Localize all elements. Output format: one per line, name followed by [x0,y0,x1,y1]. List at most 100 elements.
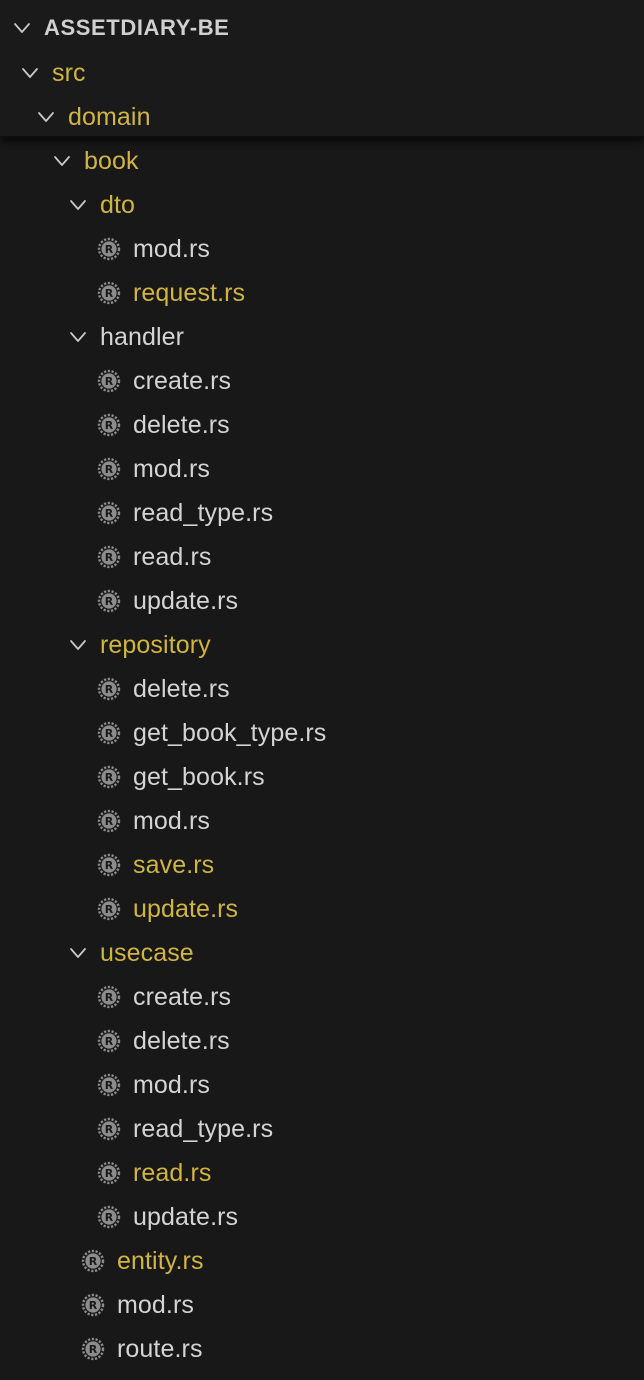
file-mod-rs[interactable]: Rmod.rs [0,1063,644,1107]
folder-dto[interactable]: dto [0,183,644,227]
chevron-down-icon[interactable] [36,107,56,127]
rust-file-icon: R [97,237,121,261]
folder-repository[interactable]: repository [0,623,644,667]
svg-text:R: R [105,287,114,300]
file-update-rs[interactable]: Rupdate.rs [0,887,644,931]
file-label: request.rs [133,278,246,307]
root-folder-label: ASSETDIARY-BE [44,15,230,40]
explorer-root-folder[interactable]: ASSETDIARY-BE [0,0,644,56]
rust-file-icon: R [97,765,121,789]
rust-file-icon: R [97,1161,121,1185]
file-label: create.rs [133,982,232,1011]
file-label: update.rs [133,586,239,615]
file-delete-rs[interactable]: Rdelete.rs [0,403,644,447]
rust-file-icon: R [97,809,121,833]
file-read-rs[interactable]: Rread.rs [0,1151,644,1195]
chevron-down-icon[interactable] [68,635,88,655]
file-create-rs[interactable]: Rcreate.rs [0,975,644,1019]
rust-file-icon: R [81,1337,105,1361]
file-mod-rs[interactable]: Rmod.rs [0,799,644,843]
svg-text:R: R [105,1079,114,1092]
folder-src[interactable]: src [0,51,644,95]
rust-file-icon: R [81,1249,105,1273]
file-label: delete.rs [133,410,230,439]
file-update-rs[interactable]: Rupdate.rs [0,579,644,623]
chevron-down-icon[interactable] [20,63,40,83]
svg-text:R: R [105,1035,114,1048]
file-explorer: ASSETDIARY-BE src domain book dto Rmod.rs Rre… [0,0,644,1380]
file-label: mod.rs [117,1290,195,1319]
folder-domain[interactable]: domain [0,95,644,139]
rust-file-icon: R [97,897,121,921]
file-delete-rs[interactable]: Rdelete.rs [0,1019,644,1063]
svg-text:R: R [89,1299,98,1312]
svg-text:R: R [89,1343,98,1356]
svg-text:R: R [105,727,114,740]
chevron-down-icon[interactable] [68,195,88,215]
file-entity-rs[interactable]: Rentity.rs [0,1239,644,1283]
svg-text:R: R [105,903,114,916]
svg-text:R: R [105,243,114,256]
svg-text:R: R [105,551,114,564]
rust-file-icon: R [97,589,121,613]
file-label: mod.rs [133,1070,211,1099]
svg-text:R: R [105,419,114,432]
svg-text:R: R [105,507,114,520]
rust-file-icon: R [97,281,121,305]
file-delete-rs[interactable]: Rdelete.rs [0,667,644,711]
chevron-down-icon[interactable] [68,943,88,963]
chevron-down-icon[interactable] [52,151,72,171]
file-route-rs[interactable]: Rroute.rs [0,1327,644,1371]
file-update-rs[interactable]: Rupdate.rs [0,1195,644,1239]
file-label: mod.rs [133,806,211,835]
rust-file-icon: R [97,413,121,437]
file-get-book-type-rs[interactable]: Rget_book_type.rs [0,711,644,755]
folder-label: src [52,58,86,87]
file-label: delete.rs [133,1026,230,1055]
rust-file-icon: R [97,457,121,481]
file-label: entity.rs [117,1246,204,1275]
file-label: update.rs [133,1202,239,1231]
folder-usecase[interactable]: usecase [0,931,644,975]
file-read-rs[interactable]: Rread.rs [0,535,644,579]
rust-file-icon: R [97,545,121,569]
file-label: save.rs [133,850,215,879]
rust-file-icon: R [97,853,121,877]
file-label: read_type.rs [133,1114,274,1143]
file-label: read.rs [133,1158,212,1187]
rust-file-icon: R [97,1029,121,1053]
folder-handler[interactable]: handler [0,315,644,359]
svg-text:R: R [105,1123,114,1136]
file-save-rs[interactable]: Rsave.rs [0,843,644,887]
file-mod-rs[interactable]: Rmod.rs [0,447,644,491]
file-read-type-rs[interactable]: Rread_type.rs [0,491,644,535]
svg-text:R: R [105,991,114,1004]
folder-label: handler [100,322,185,351]
file-mod-rs[interactable]: Rmod.rs [0,1283,644,1327]
svg-text:R: R [105,683,114,696]
chevron-down-icon[interactable] [12,18,32,38]
file-create-rs[interactable]: Rcreate.rs [0,359,644,403]
rust-file-icon: R [97,1117,121,1141]
file-label: update.rs [133,894,239,923]
svg-text:R: R [105,1167,114,1180]
file-mod-rs[interactable]: Rmod.rs [0,227,644,271]
rust-file-icon: R [97,677,121,701]
file-label: route.rs [117,1334,203,1363]
svg-text:R: R [105,595,114,608]
folder-book[interactable]: book [0,139,644,183]
chevron-down-icon[interactable] [68,327,88,347]
rust-file-icon: R [97,369,121,393]
file-label: mod.rs [133,454,211,483]
folder-label: dto [100,190,136,219]
file-label: get_book_type.rs [133,718,327,747]
file-request-rs[interactable]: Rrequest.rs [0,271,644,315]
rust-file-icon: R [97,985,121,1009]
folder-label: usecase [100,938,194,967]
rust-file-icon: R [97,1205,121,1229]
file-get-book-rs[interactable]: Rget_book.rs [0,755,644,799]
rust-file-icon: R [81,1293,105,1317]
folder-label: repository [100,630,211,659]
file-read-type-rs[interactable]: Rread_type.rs [0,1107,644,1151]
svg-text:R: R [105,771,114,784]
